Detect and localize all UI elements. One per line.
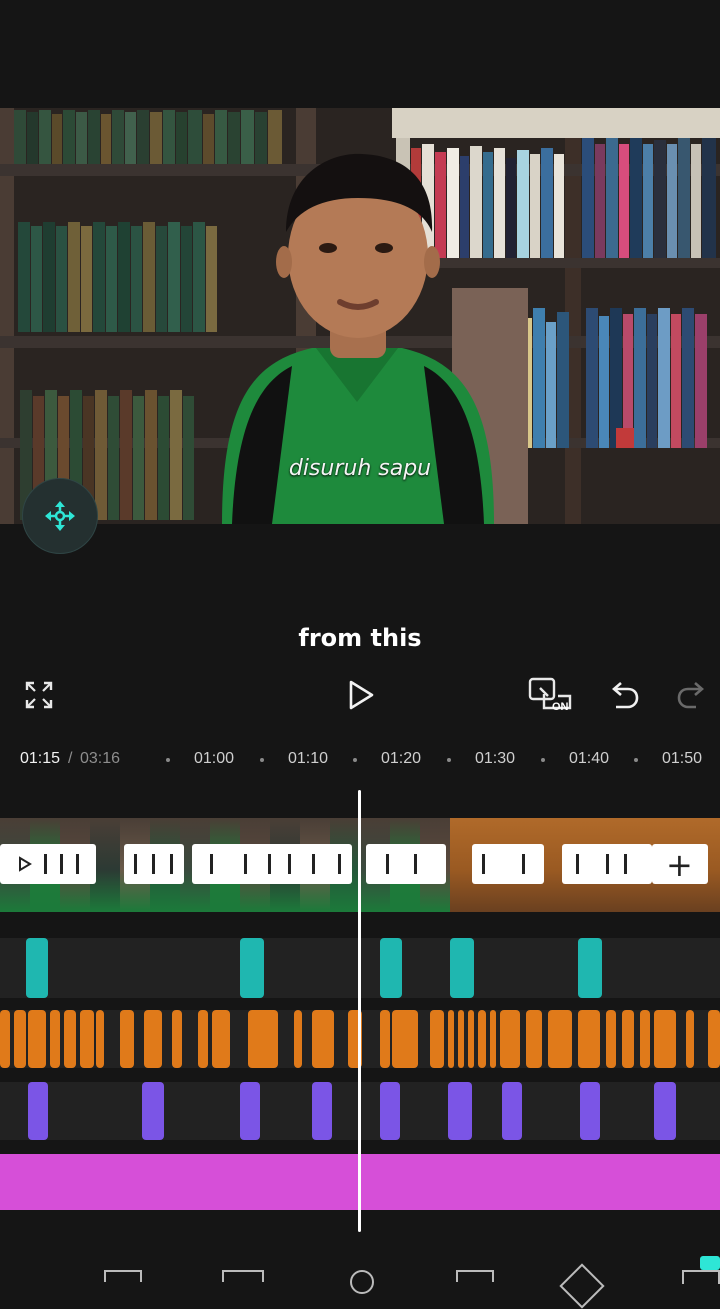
effects-tool-icon[interactable] bbox=[456, 1270, 494, 1282]
sticker-clip[interactable] bbox=[28, 1082, 48, 1140]
text-clip[interactable] bbox=[96, 1010, 104, 1068]
undo-button[interactable] bbox=[604, 676, 644, 716]
books-graphic bbox=[520, 308, 707, 448]
fullscreen-button[interactable] bbox=[20, 676, 58, 714]
text-clip[interactable] bbox=[430, 1010, 444, 1068]
ruler-tick-label: 01:00 bbox=[194, 750, 235, 767]
keyframe-toggle-button[interactable]: ON bbox=[526, 676, 574, 716]
text-clip[interactable] bbox=[578, 1010, 600, 1068]
play-button[interactable] bbox=[340, 674, 382, 716]
text-clip[interactable] bbox=[212, 1010, 230, 1068]
books-row bbox=[520, 278, 720, 448]
current-time: 01:15 bbox=[20, 750, 61, 767]
plus-icon: + bbox=[666, 846, 693, 884]
text-clip[interactable] bbox=[198, 1010, 208, 1068]
text-clip[interactable] bbox=[526, 1010, 542, 1068]
text-clip[interactable] bbox=[686, 1010, 694, 1068]
split-marker-group[interactable] bbox=[366, 844, 446, 884]
timeline-ruler[interactable]: 01:15 / 03:16 01:00 01:10 01:20 01:30 01… bbox=[0, 740, 720, 780]
effect-clip[interactable] bbox=[380, 938, 402, 998]
ruler-tick-label: 01:40 bbox=[569, 750, 610, 767]
text-clip[interactable] bbox=[28, 1010, 46, 1068]
ruler-dot bbox=[634, 758, 638, 762]
ruler-tick-label: 01:30 bbox=[475, 750, 516, 767]
sticker-clip[interactable] bbox=[142, 1082, 164, 1140]
sticker-clip[interactable] bbox=[312, 1082, 332, 1140]
split-marker-group[interactable] bbox=[124, 844, 184, 884]
expand-icon bbox=[25, 681, 53, 709]
new-badge bbox=[700, 1256, 720, 1270]
split-marker-group[interactable] bbox=[0, 844, 96, 884]
ruler-tick-label: 01:10 bbox=[288, 750, 329, 767]
keyframe-toggle-label: ON bbox=[552, 701, 569, 713]
text-clip[interactable] bbox=[640, 1010, 650, 1068]
split-marker-group[interactable] bbox=[192, 844, 352, 884]
redo-icon bbox=[677, 682, 704, 709]
text-clip[interactable] bbox=[490, 1010, 496, 1068]
text-clip[interactable] bbox=[120, 1010, 134, 1068]
effect-clip[interactable] bbox=[240, 938, 264, 998]
text-clip[interactable] bbox=[708, 1010, 720, 1068]
transition-icon bbox=[19, 856, 32, 872]
text-clip[interactable] bbox=[294, 1010, 302, 1068]
play-icon bbox=[349, 680, 374, 710]
text-clip[interactable] bbox=[500, 1010, 520, 1068]
text-clip[interactable] bbox=[448, 1010, 454, 1068]
ruler-dot bbox=[447, 758, 451, 762]
more-tools-icon[interactable] bbox=[682, 1270, 720, 1284]
bottom-toolbar bbox=[0, 1256, 720, 1309]
ruler-tick-label: 01:50 bbox=[662, 750, 703, 767]
effect-clip[interactable] bbox=[26, 938, 48, 998]
sticker-clip[interactable] bbox=[448, 1082, 472, 1140]
video-preview[interactable]: disuruh sapu bbox=[0, 108, 720, 524]
text-clip[interactable] bbox=[312, 1010, 334, 1068]
sticker-clip[interactable] bbox=[654, 1082, 676, 1140]
text-clip[interactable] bbox=[0, 1010, 10, 1068]
split-marker-group[interactable] bbox=[472, 844, 544, 884]
filter-tool-icon[interactable] bbox=[559, 1263, 605, 1309]
ruler-tick-label: 01:20 bbox=[381, 750, 422, 767]
subtitle-text: from this bbox=[298, 624, 422, 652]
text-clip[interactable] bbox=[172, 1010, 182, 1068]
text-clip[interactable] bbox=[548, 1010, 572, 1068]
text-clip[interactable] bbox=[606, 1010, 616, 1068]
text-tool-icon[interactable] bbox=[350, 1270, 374, 1294]
split-marker-group[interactable] bbox=[562, 844, 652, 884]
text-clip[interactable] bbox=[248, 1010, 278, 1068]
text-clip[interactable] bbox=[80, 1010, 94, 1068]
text-clip[interactable] bbox=[622, 1010, 634, 1068]
text-clip[interactable] bbox=[144, 1010, 162, 1068]
ruler-dot bbox=[541, 758, 545, 762]
text-clip[interactable] bbox=[50, 1010, 60, 1068]
redo-button[interactable] bbox=[672, 676, 712, 716]
video-overlay-caption: disuruh sapu bbox=[288, 456, 432, 481]
text-clip[interactable] bbox=[392, 1010, 418, 1068]
undo-icon bbox=[612, 682, 639, 709]
ruler-dot bbox=[166, 758, 170, 762]
text-clip[interactable] bbox=[478, 1010, 486, 1068]
ruler-dot bbox=[353, 758, 357, 762]
text-clip[interactable] bbox=[64, 1010, 76, 1068]
effect-clip[interactable] bbox=[578, 938, 602, 998]
text-clip[interactable] bbox=[380, 1010, 390, 1068]
sticker-clip[interactable] bbox=[380, 1082, 400, 1140]
sticker-clip[interactable] bbox=[502, 1082, 522, 1140]
time-separator: / bbox=[68, 750, 73, 767]
text-clip[interactable] bbox=[14, 1010, 26, 1068]
text-clip[interactable] bbox=[458, 1010, 464, 1068]
ruler-dot bbox=[260, 758, 264, 762]
transform-gizmo-button[interactable] bbox=[22, 478, 98, 554]
sticker-clip[interactable] bbox=[240, 1082, 260, 1140]
sticker-clip[interactable] bbox=[580, 1082, 600, 1140]
add-clip-button[interactable]: + bbox=[652, 844, 708, 884]
text-clip[interactable] bbox=[654, 1010, 676, 1068]
playhead[interactable] bbox=[358, 790, 361, 1232]
edit-tool-icon[interactable] bbox=[104, 1270, 142, 1282]
effect-clip[interactable] bbox=[450, 938, 474, 998]
move-crosshair-icon bbox=[45, 501, 75, 531]
audio-tool-icon[interactable] bbox=[222, 1270, 264, 1282]
total-duration: 03:16 bbox=[80, 750, 121, 767]
text-clip[interactable] bbox=[468, 1010, 474, 1068]
